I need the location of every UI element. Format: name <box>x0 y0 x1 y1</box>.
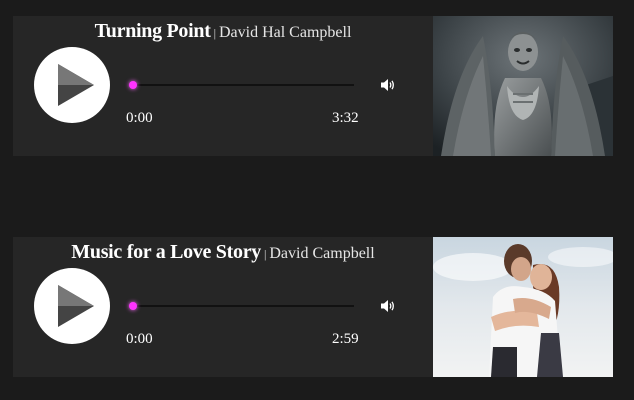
seek-handle[interactable] <box>129 302 137 310</box>
seek-bar[interactable] <box>129 302 354 310</box>
title-separator: | <box>213 26 216 40</box>
play-button[interactable] <box>34 268 110 344</box>
duration: 3:32 <box>332 110 359 126</box>
current-time: 0:00 <box>126 331 153 347</box>
track-heading: Music for a Love Story | David Campbell <box>13 241 433 264</box>
duration: 2:59 <box>332 331 359 347</box>
angel-statue-artwork <box>433 16 613 156</box>
play-icon <box>58 285 94 327</box>
seek-handle[interactable] <box>129 81 137 89</box>
track-heading: Turning Point | David Hal Campbell <box>13 20 433 43</box>
current-time: 0:00 <box>126 110 153 126</box>
embracing-couple-artwork <box>433 237 613 377</box>
audio-player: Music for a Love Story | David Campbell 0:… <box>13 237 613 377</box>
play-icon <box>58 64 94 106</box>
track-title: Music for a Love Story <box>71 241 261 263</box>
audio-player: Turning Point | David Hal Campbell 0:00 3:… <box>13 16 613 156</box>
artist-name: David Hal Campbell <box>218 24 352 41</box>
title-separator: | <box>263 247 267 261</box>
volume-icon[interactable] <box>380 77 396 93</box>
volume-icon[interactable] <box>380 298 396 314</box>
seek-bar[interactable] <box>129 81 354 89</box>
track-title: Turning Point <box>94 20 211 42</box>
play-button[interactable] <box>34 47 110 123</box>
artist-name: David Campbell <box>269 245 375 262</box>
